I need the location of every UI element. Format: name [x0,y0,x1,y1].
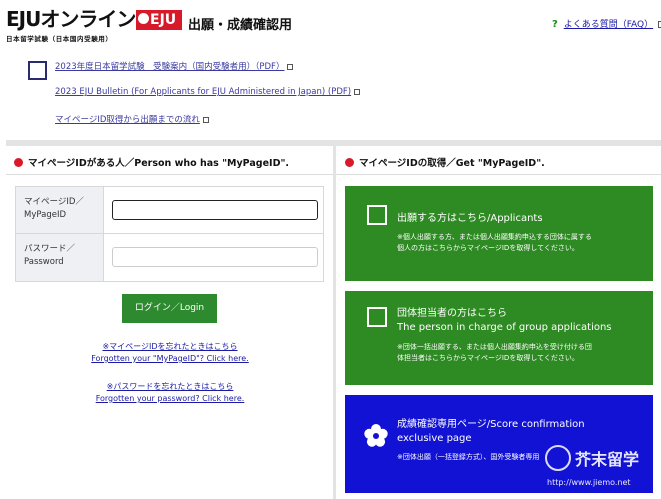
mypageid-row: マイページID／ MyPageID [16,187,323,234]
mypageid-label-line1: マイページID／ [24,197,84,207]
flower-icon [138,13,149,24]
login-section-title-text: マイページIDがある人／Person who has "MyPageID". [28,158,290,169]
score-confirmation-card[interactable]: 成績確認専用ページ/Score confirmation exclusive p… [345,395,653,493]
group-card-title-1: 団体担当者の方はこちら [397,308,507,319]
password-input[interactable] [112,247,318,267]
forgot-mypageid-line2: Forgotten your "MyPageID"? Click here. [91,354,249,363]
page-title: 出願・成績確認用 [188,18,293,33]
group-card-desc-2: 体担当者はこちらからマイページIDを取得してください。 [397,354,579,362]
logo-subtitle: 日本留学試験（日本国内受験用） [6,35,113,43]
login-form: マイページID／ MyPageID パスワード／ Password [15,186,324,282]
password-label-line2: Password [24,257,64,267]
forgot-password-link[interactable]: ※パスワードを忘れたときはこちら Forgotten your password… [90,381,250,405]
red-dot-icon [14,158,23,167]
red-dot-icon [345,158,354,167]
page-header: EJUオンライン EJU 日本留学試験（日本国内受験用） 出願・成績確認用 ? … [0,0,661,44]
password-row: パスワード／ Password [16,234,323,281]
score-card-desc-1: ※団体出願（一括登録方式）、国外受験者専用 [397,453,540,461]
eju-badge: EJU [136,10,182,30]
flow-link-text: マイページID取得から出願までの流れ [55,115,200,125]
square-icon [367,205,387,225]
checkbox-placeholder-icon [28,61,47,80]
square-icon [367,307,387,327]
score-card-title-2: exclusive page [397,433,472,444]
score-card-title-1: 成績確認専用ページ/Score confirmation [397,419,585,430]
group-card-desc-1: ※団体一括出願する、または個人出願集約申込を受け付ける団 [397,343,592,351]
login-section-title: マイページIDがある人／Person who has "MyPageID". [14,155,289,169]
password-label: パスワード／ Password [16,234,104,281]
mypageid-label-line2: MyPageID [24,210,66,220]
section-underline [6,174,333,175]
get-id-section-title: マイページIDの取得／Get "MyPageID". [345,155,545,169]
vertical-divider [333,146,336,499]
mypageid-label: マイページID／ MyPageID [16,187,104,233]
group-card[interactable]: 団体担当者の方はこちら The person in charge of grou… [345,291,653,385]
eju-online-logo[interactable]: EJUオンライン EJU 日本留学試験（日本国内受験用） [6,7,182,43]
faq-link[interactable]: ? よくある質問（FAQ） [552,17,661,30]
forgot-password-line1: ※パスワードを忘れたときはこちら [106,382,234,391]
guide-pdf-link[interactable]: 2023年度日本留学試験 受験案内（国内受験者用）（PDF） [55,60,294,72]
applicants-card-desc-1: ※個人出願する方、または個人出願集約申込する団体に属する [397,233,592,241]
bulletin-pdf-link-text: 2023 EJU Bulletin (For Applicants for EJ… [55,87,352,97]
get-id-section-title-text: マイページIDの取得／Get "MyPageID". [359,158,545,169]
applicants-card-desc-2: 個人の方はこちらからマイページIDを取得してください。 [397,244,579,252]
external-window-icon [202,116,209,123]
logo-text: EJUオンライン [6,7,136,31]
question-icon: ? [552,19,558,30]
group-card-title-2: The person in charge of group applicatio… [397,322,612,333]
password-label-line1: パスワード／ [24,244,76,254]
flow-link[interactable]: マイページID取得から出願までの流れ [55,113,209,125]
applicants-card[interactable]: 出願する方はこちら/Applicants ※個人出願する方、または個人出願集約申… [345,186,653,281]
faq-link-text[interactable]: よくある質問（FAQ） [564,20,653,30]
eju-badge-text: EJU [150,12,177,28]
forgot-mypageid-link[interactable]: ※マイページIDを忘れたときはこちら Forgotten your "MyPag… [90,341,250,365]
external-window-icon [354,88,361,95]
flower-icon [364,424,388,447]
applicants-card-title: 出願する方はこちら/Applicants [397,213,543,224]
forgot-password-line2: Forgotten your password? Click here. [95,394,245,403]
login-button[interactable]: ログイン／Login [122,294,217,323]
external-window-icon [287,63,294,70]
guide-pdf-link-text: 2023年度日本留学試験 受験案内（国内受験者用）（PDF） [55,62,285,72]
bulletin-pdf-link[interactable]: 2023 EJU Bulletin (For Applicants for EJ… [55,87,361,97]
section-underline [336,174,661,175]
forgot-mypageid-line1: ※マイページIDを忘れたときはこちら [102,342,238,351]
mypageid-input[interactable] [112,200,318,220]
